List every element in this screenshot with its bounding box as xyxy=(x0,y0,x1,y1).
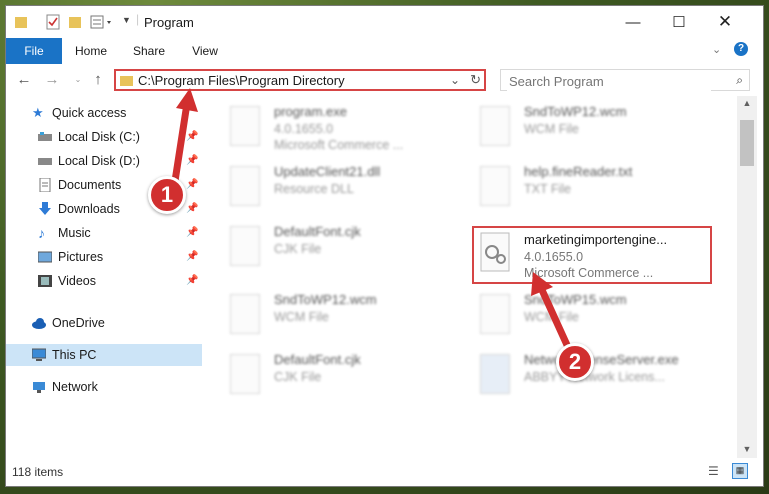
step-badge-2: 2 xyxy=(556,343,594,381)
annotation-arrows xyxy=(169,88,576,360)
explorer-window: ▼ | Program — ☐ ✕ File Home Share View ⌄… xyxy=(6,6,763,486)
step-badge-1: 1 xyxy=(148,176,186,214)
